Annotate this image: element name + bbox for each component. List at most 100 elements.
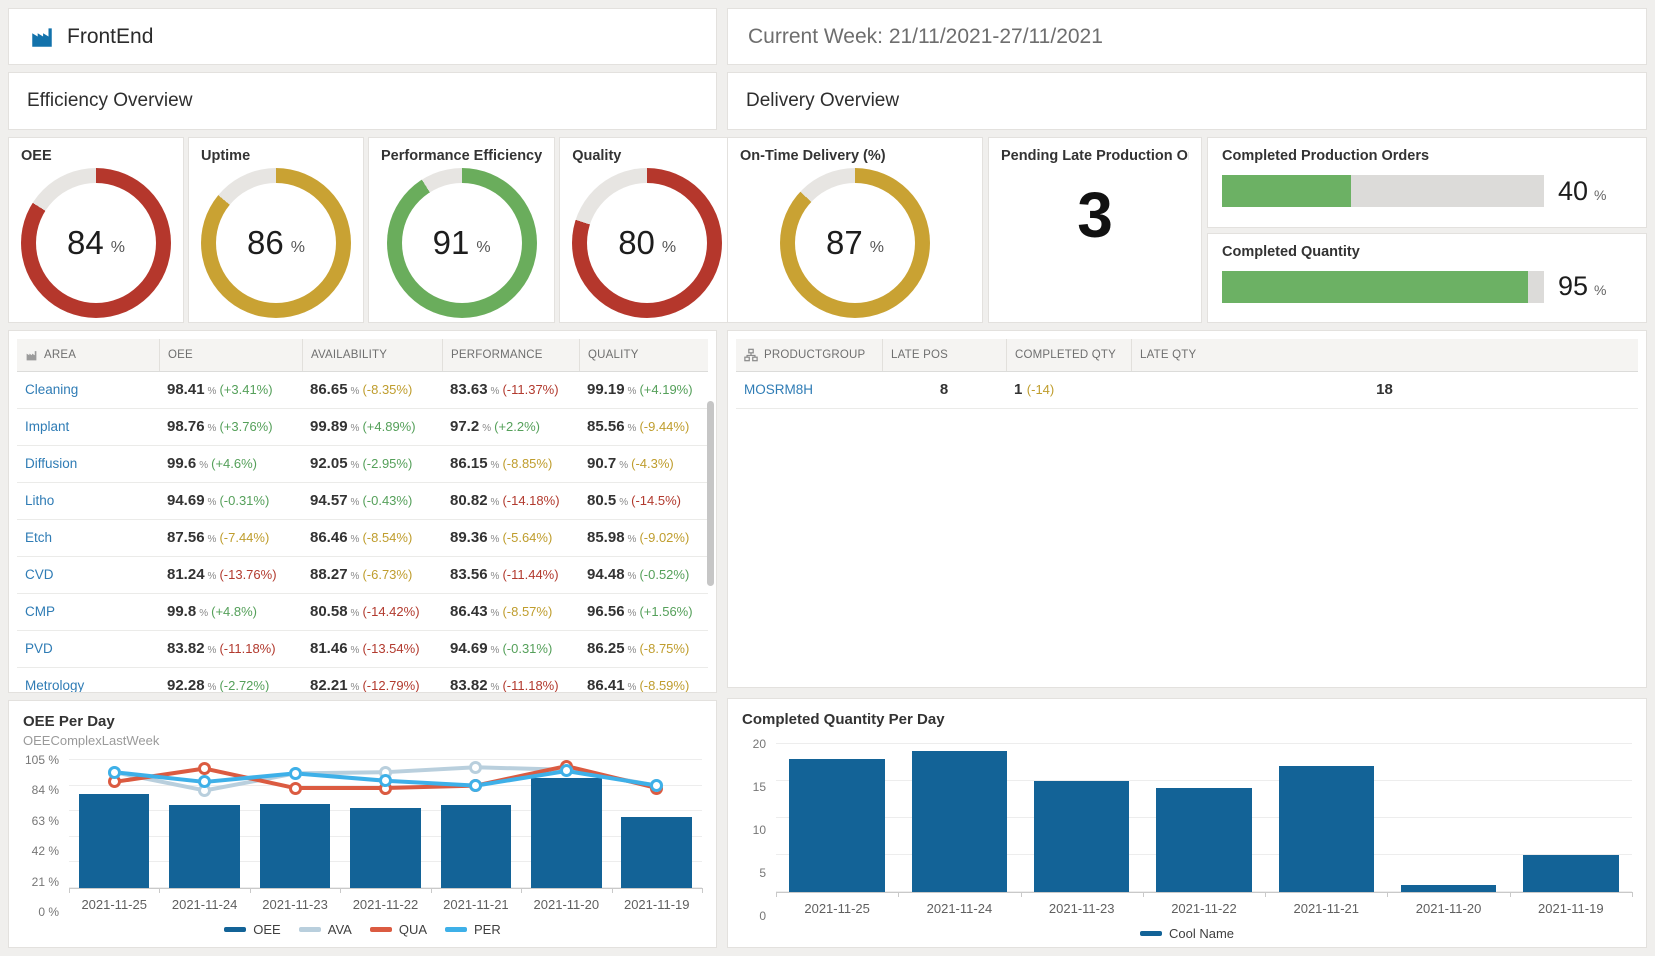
line-marker[interactable] (108, 766, 121, 779)
legend-item[interactable]: OEE (224, 922, 280, 937)
area-link[interactable]: Metrology (25, 678, 84, 693)
line-marker[interactable] (289, 782, 302, 795)
metric-cell: 80.5%(-14.5%) (579, 492, 708, 510)
legend-item[interactable]: PER (445, 922, 501, 937)
x-axis-labels: 2021-11-252021-11-242021-11-232021-11-22… (69, 897, 702, 912)
x-tick-label: 2021-11-21 (431, 897, 521, 912)
x-tick-label: 2021-11-25 (776, 901, 898, 916)
y-tick-label: 105 % (25, 753, 59, 767)
x-tick-label: 2021-11-24 (898, 901, 1020, 916)
table-row: CVD81.24%(-13.76%)88.27%(-6.73%)83.56%(-… (17, 557, 708, 594)
x-axis-tick (159, 888, 160, 893)
productgroup-link[interactable]: MOSRM8H (744, 382, 813, 397)
legend-dash (224, 927, 246, 932)
metric-cell: 92.28%(-2.72%) (159, 677, 302, 693)
column-header-oee[interactable]: OEE (159, 339, 302, 371)
chart-title: Completed Quantity Per Day (742, 711, 1632, 728)
column-header-completed-qty[interactable]: COMPLETED QTY (1006, 339, 1131, 371)
line-marker[interactable] (289, 767, 302, 780)
x-axis-tick (1143, 892, 1144, 897)
progress-fill (1222, 271, 1528, 303)
x-tick-label: 2021-11-21 (1265, 901, 1387, 916)
efficiency-gauges-row: OEE 84% Uptime 86% Performance Efficienc… (8, 137, 717, 323)
metric-cell: 88.27%(-6.73%) (302, 566, 442, 584)
x-axis-tick (431, 888, 432, 893)
x-axis-tick (521, 888, 522, 893)
legend-item[interactable]: Cool Name (1140, 926, 1234, 941)
metric-cell: 96.56%(+1.56%) (579, 603, 708, 621)
metric-cell: 98.41%(+3.41%) (159, 381, 302, 399)
column-header-quality[interactable]: QUALITY (579, 339, 708, 371)
area-table-header: AREA OEE AVAILABILITY PERFORMANCE QUALIT… (17, 339, 708, 372)
efficiency-section-title: Efficiency Overview (27, 90, 192, 112)
product-table-header: PRODUCTGROUP LATE POS COMPLETED QTY LATE… (736, 339, 1638, 372)
area-link[interactable]: Cleaning (25, 382, 78, 397)
bar[interactable] (1523, 855, 1618, 892)
chart-body: 0 %21 %42 %63 %84 %105 %2021-11-252021-1… (23, 760, 702, 912)
metric-cell: 86.65%(-8.35%) (302, 381, 442, 399)
bar-slot (1510, 744, 1632, 892)
x-tick-label: 2021-11-22 (1143, 901, 1265, 916)
gauge-card-oee: OEE 84% (8, 137, 184, 323)
area-link[interactable]: CVD (25, 567, 54, 582)
area-table-panel: AREA OEE AVAILABILITY PERFORMANCE QUALIT… (8, 330, 717, 693)
column-header-late-pos[interactable]: LATE POS (882, 339, 1006, 371)
legend-item[interactable]: AVA (299, 922, 352, 937)
metric-cell: 99.19%(+4.19%) (579, 381, 708, 399)
gauge-card-uptime: Uptime 86% (188, 137, 364, 323)
gauge-value: 86% (216, 183, 336, 303)
factory-icon (29, 24, 55, 50)
legend-item[interactable]: QUA (370, 922, 427, 937)
x-tick-label: 2021-11-22 (340, 897, 430, 912)
metric-cell: 99.89%(+4.89%) (302, 418, 442, 436)
column-header-performance[interactable]: PERFORMANCE (442, 339, 579, 371)
metric-cell: 82.21%(-12.79%) (302, 677, 442, 693)
table-row: Metrology92.28%(-2.72%)82.21%(-12.79%)83… (17, 668, 708, 693)
y-tick-label: 42 % (32, 844, 59, 858)
area-link[interactable]: Diffusion (25, 456, 77, 471)
column-header-late-qty[interactable]: LATE QTY (1131, 339, 1638, 371)
x-axis-tick (898, 892, 899, 897)
y-tick-label: 20 (753, 737, 766, 751)
area-table-body: Cleaning98.41%(+3.41%)86.65%(-8.35%)83.6… (17, 372, 708, 693)
area-link[interactable]: Implant (25, 419, 69, 434)
legend-dash (370, 927, 392, 932)
app-title: FrontEnd (67, 25, 153, 49)
efficiency-title-panel: Efficiency Overview (8, 72, 717, 130)
x-axis-tick (776, 892, 777, 897)
area-link[interactable]: Litho (25, 493, 54, 508)
bar[interactable] (1401, 885, 1496, 892)
metric-cell: 80.82%(-14.18%) (442, 492, 579, 510)
metric-cell: 90.7%(-4.3%) (579, 455, 708, 473)
metric-cell: 86.41%(-8.59%) (579, 677, 708, 693)
metric-cell: 87.56%(-7.44%) (159, 529, 302, 547)
area-cell: Cleaning (17, 381, 159, 399)
oee-per-day-panel: OEE Per Day OEEComplexLastWeek 0 %21 %42… (8, 700, 717, 948)
bar-slot (776, 744, 898, 892)
bar[interactable] (1279, 766, 1374, 892)
card-title: Pending Late Production Orders (1001, 148, 1189, 164)
ontime-delivery-card: On-Time Delivery (%) 87% (727, 137, 983, 323)
bar[interactable] (789, 759, 884, 892)
completed-cards-stack: Completed Production Orders 40% Complete… (1207, 137, 1647, 323)
metric-cell: 86.43%(-8.57%) (442, 603, 579, 621)
x-axis-tick (1510, 892, 1511, 897)
column-header-availability[interactable]: AVAILABILITY (302, 339, 442, 371)
app-header-panel: FrontEnd (8, 8, 717, 65)
table-row: MOSRM8H 8 1 (-14) 18 (736, 372, 1638, 409)
chart-title: OEE Per Day (23, 713, 702, 730)
bar[interactable] (1156, 788, 1251, 892)
area-link[interactable]: CMP (25, 604, 55, 619)
table-scrollbar-thumb[interactable] (707, 401, 714, 586)
bar-slot (898, 744, 1020, 892)
bar[interactable] (1034, 781, 1129, 892)
chart-legend: Cool Name (742, 926, 1632, 941)
x-axis-tick (69, 888, 70, 893)
area-link[interactable]: Etch (25, 530, 52, 545)
legend-label: Cool Name (1169, 926, 1234, 941)
column-header-area[interactable]: AREA (17, 339, 159, 371)
area-link[interactable]: PVD (25, 641, 53, 656)
bar[interactable] (912, 751, 1007, 892)
column-header-productgroup[interactable]: PRODUCTGROUP (736, 339, 882, 371)
bar-slot (1021, 744, 1143, 892)
